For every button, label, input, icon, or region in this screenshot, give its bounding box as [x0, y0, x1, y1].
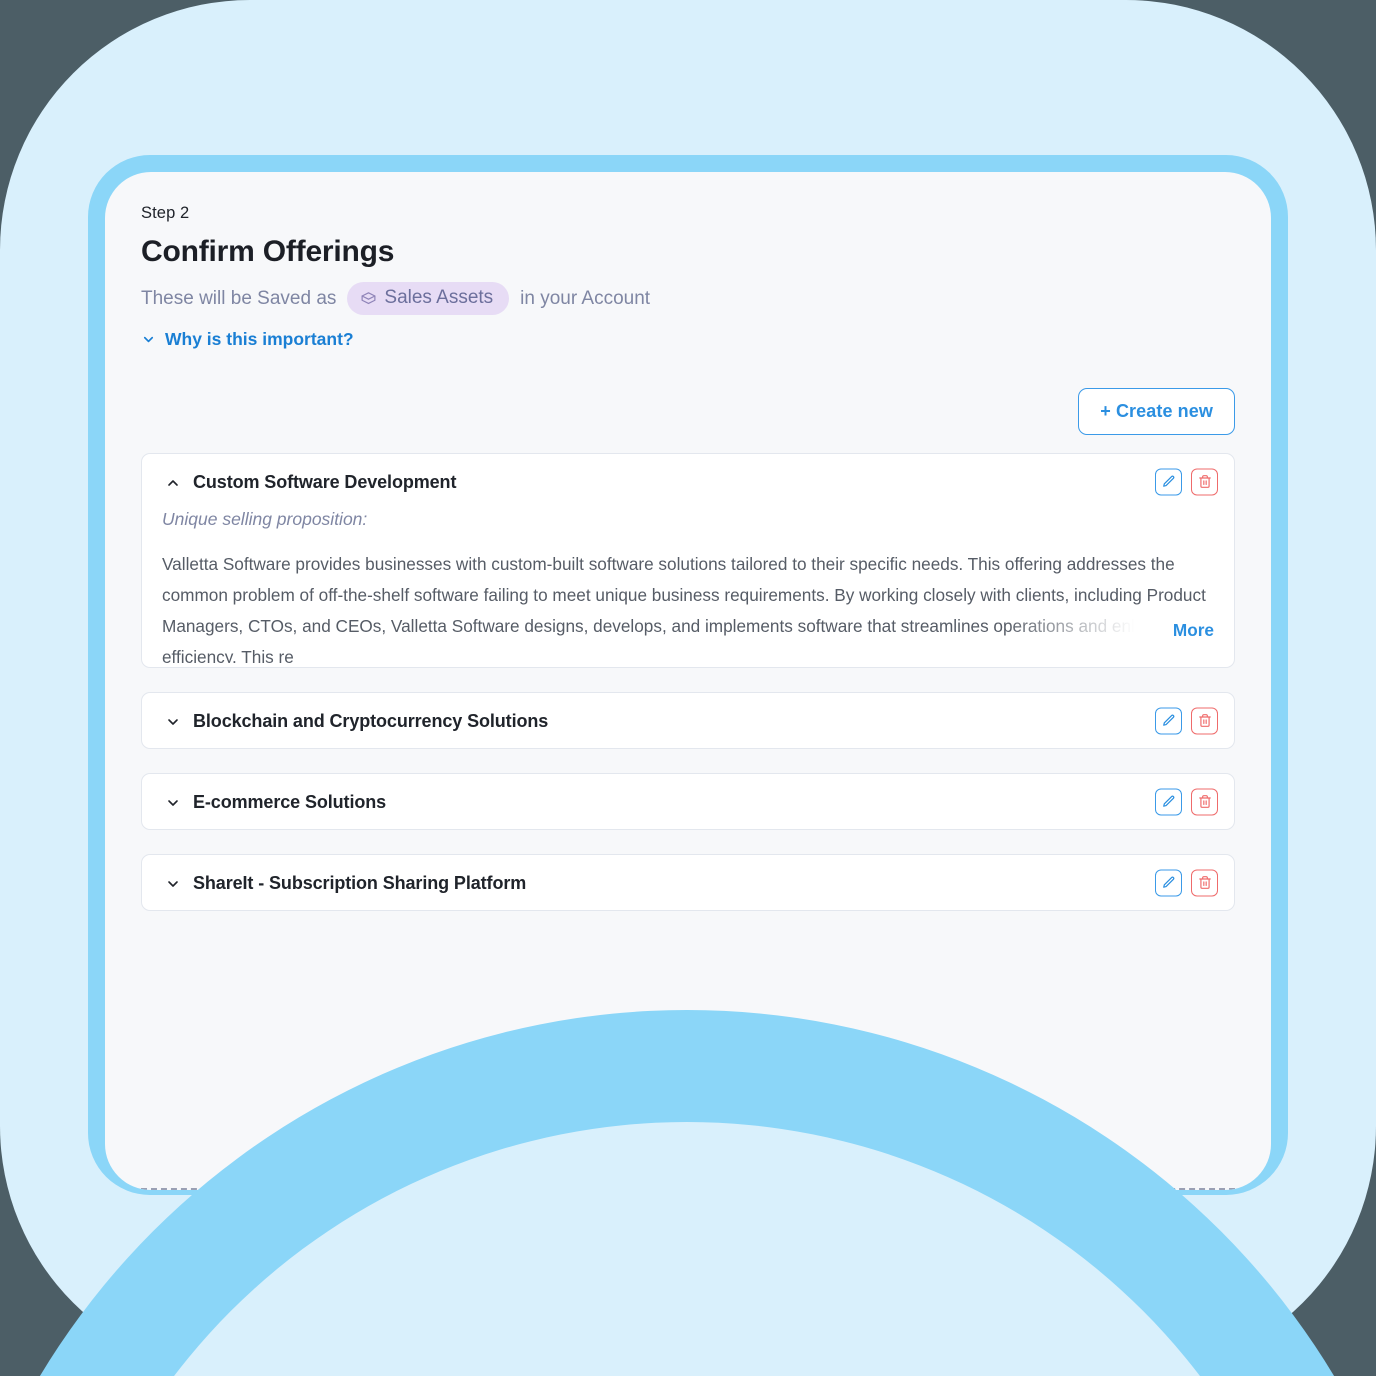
edit-button[interactable]	[1155, 468, 1182, 495]
chevron-down-icon[interactable]	[162, 714, 184, 730]
delete-button[interactable]	[1191, 788, 1218, 815]
chevron-down-icon[interactable]	[162, 795, 184, 811]
page-title: Confirm Offerings	[141, 235, 395, 268]
offering-header[interactable]: ShareIt - Subscription Sharing Platform	[142, 855, 1234, 910]
offering-card-expanded: Custom Software Development Unique selli…	[141, 453, 1235, 668]
offering-description-wrap: Valletta Software provides businesses wi…	[162, 549, 1214, 663]
offering-header[interactable]: Blockchain and Cryptocurrency Solutions	[142, 693, 1234, 748]
why-is-this-important-link[interactable]: Why is this important?	[141, 329, 354, 350]
subtitle-row: These will be Saved as Sales Assets in y…	[141, 282, 1235, 315]
offering-description: Valletta Software provides businesses wi…	[162, 554, 1206, 663]
row-actions	[1155, 707, 1218, 734]
row-actions	[1155, 468, 1218, 495]
more-link[interactable]: More	[1170, 620, 1214, 641]
offering-header[interactable]: E-commerce Solutions	[142, 774, 1234, 829]
subtitle-text-after: in your Account	[520, 287, 651, 309]
offerings-list: Custom Software Development Unique selli…	[141, 453, 1235, 911]
toolbar: + Create new	[141, 388, 1235, 435]
edit-button[interactable]	[1155, 707, 1182, 734]
box-3d-icon	[360, 290, 377, 307]
why-link-label: Why is this important?	[165, 329, 354, 349]
offering-card-collapsed: Blockchain and Cryptocurrency Solutions	[141, 692, 1235, 749]
chevron-up-icon[interactable]	[162, 475, 184, 491]
offering-title: ShareIt - Subscription Sharing Platform	[193, 873, 527, 893]
badge-label: Sales Assets	[384, 287, 494, 308]
edit-button[interactable]	[1155, 788, 1182, 815]
offering-card-collapsed: ShareIt - Subscription Sharing Platform	[141, 854, 1235, 911]
screenshot-stage: Step 2 Confirm Offerings These will be S…	[0, 0, 1376, 1376]
row-actions	[1155, 788, 1218, 815]
row-actions	[1155, 869, 1218, 896]
offering-title: E-commerce Solutions	[193, 792, 387, 812]
edit-button[interactable]	[1155, 869, 1182, 896]
offering-title: Blockchain and Cryptocurrency Solutions	[193, 711, 549, 731]
status-badge-sales-assets: Sales Assets	[347, 282, 510, 315]
delete-button[interactable]	[1191, 468, 1218, 495]
delete-button[interactable]	[1191, 707, 1218, 734]
offering-header[interactable]: Custom Software Development	[142, 454, 1234, 509]
step-label: Step 2	[141, 204, 190, 222]
chevron-down-icon	[141, 332, 156, 347]
chevron-down-icon[interactable]	[162, 876, 184, 892]
usp-label: Unique selling proposition:	[162, 509, 368, 529]
page-header: Step 2 Confirm Offerings These will be S…	[141, 204, 1235, 350]
offering-body: Unique selling proposition: Valletta Sof…	[142, 509, 1234, 667]
subtitle-text-before: These will be Saved as	[141, 287, 337, 309]
create-new-button[interactable]: + Create new	[1078, 388, 1235, 435]
offering-title: Custom Software Development	[193, 472, 457, 492]
offering-card-collapsed: E-commerce Solutions	[141, 773, 1235, 830]
delete-button[interactable]	[1191, 869, 1218, 896]
